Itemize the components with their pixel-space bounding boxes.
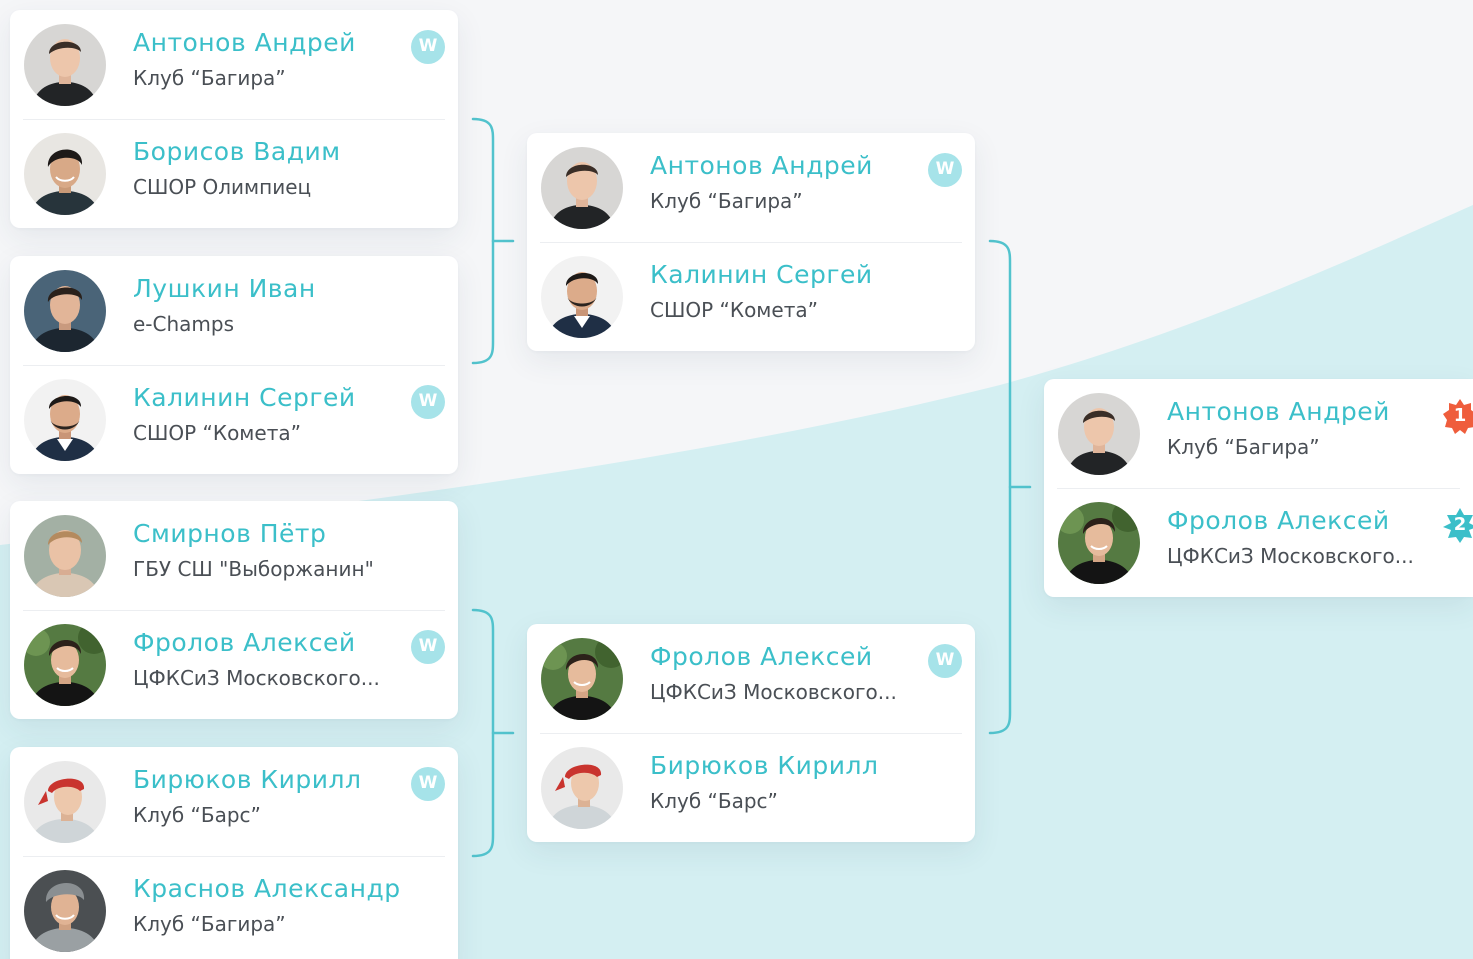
participant-club: e-Champs (133, 312, 235, 336)
place-number: 1 (1453, 405, 1467, 426)
avatar (24, 270, 106, 352)
avatar (24, 624, 106, 706)
participant-name[interactable]: Фролов Алексей (133, 628, 356, 657)
match-r2-1[interactable]: Антонов Андрей Клуб “Багира” W Калинин С… (527, 133, 975, 351)
participant-row[interactable]: Фролов Алексей ЦФКСиЗ Московского... W (527, 624, 975, 733)
borisov-photo-icon (24, 133, 106, 215)
frolov-photo-icon (24, 624, 106, 706)
participant-name[interactable]: Антонов Андрей (650, 151, 873, 180)
participant-row[interactable]: Краснов Александр Клуб “Багира” (10, 856, 458, 959)
participant-club: Клуб “Багира” (133, 912, 286, 936)
participant-name[interactable]: Калинин Сергей (133, 383, 356, 412)
winner-badge-icon: W (411, 385, 445, 419)
place-number: 2 (1453, 514, 1467, 535)
kalinin-photo-icon (541, 256, 623, 338)
participant-name[interactable]: Калинин Сергей (650, 260, 873, 289)
participant-row[interactable]: Антонов Андрей Клуб “Багира” W (527, 133, 975, 242)
participant-name[interactable]: Лушкин Иван (133, 274, 316, 303)
participant-club: ГБУ СШ "Выборжанин" (133, 557, 374, 581)
match-r1-1[interactable]: Антонов Андрей Клуб “Багира” W Борисов В… (10, 10, 458, 228)
frolov-photo-icon (1058, 502, 1140, 584)
participant-row[interactable]: Бирюков Кирилл Клуб “Барс” (527, 733, 975, 842)
avatar (541, 638, 623, 720)
participant-name[interactable]: Бирюков Кирилл (650, 751, 878, 780)
biryukov-photo-icon (541, 747, 623, 829)
winner-badge-icon: W (411, 767, 445, 801)
participant-club: Клуб “Багира” (650, 189, 803, 213)
lushkin-photo-icon (24, 270, 106, 352)
match-final[interactable]: Антонов Андрей Клуб “Багира” 1 Фролов Ал… (1044, 379, 1473, 597)
avatar (24, 761, 106, 843)
winner-badge-icon: W (411, 30, 445, 64)
participant-row[interactable]: Бирюков Кирилл Клуб “Барс” W (10, 747, 458, 856)
avatar (541, 147, 623, 229)
participant-row[interactable]: Смирнов Пётр ГБУ СШ "Выборжанин" (10, 501, 458, 610)
avatar (24, 515, 106, 597)
participant-club: СШОР Олимпиец (133, 175, 312, 199)
avatar (24, 24, 106, 106)
kalinin-photo-icon (24, 379, 106, 461)
participant-club: Клуб “Багира” (133, 66, 286, 90)
participant-club: СШОР “Комета” (133, 421, 301, 445)
avatar (24, 133, 106, 215)
participant-name[interactable]: Борисов Вадим (133, 137, 341, 166)
first-place-badge-icon: 1 (1442, 398, 1473, 434)
participant-name[interactable]: Фролов Алексей (650, 642, 873, 671)
participant-club: ЦФКСиЗ Московского... (650, 680, 897, 704)
participant-name[interactable]: Смирнов Пётр (133, 519, 326, 548)
participant-row[interactable]: Лушкин Иван e-Champs (10, 256, 458, 365)
smirnov-photo-icon (24, 515, 106, 597)
match-r1-3[interactable]: Смирнов Пётр ГБУ СШ "Выборжанин" Фролов … (10, 501, 458, 719)
antonov-photo-icon (24, 24, 106, 106)
avatar (541, 747, 623, 829)
winner-badge-icon: W (928, 644, 962, 678)
participant-club: Клуб “Барс” (650, 789, 778, 813)
participant-row[interactable]: Антонов Андрей Клуб “Багира” W (10, 10, 458, 119)
participant-name[interactable]: Бирюков Кирилл (133, 765, 361, 794)
frolov-photo-icon (541, 638, 623, 720)
match-r2-2[interactable]: Фролов Алексей ЦФКСиЗ Московского... W Б… (527, 624, 975, 842)
match-r1-2[interactable]: Лушкин Иван e-Champs Калинин Сергей СШОР… (10, 256, 458, 474)
antonov-photo-icon (541, 147, 623, 229)
participant-row[interactable]: Калинин Сергей СШОР “Комета” W (10, 365, 458, 474)
participant-row[interactable]: Антонов Андрей Клуб “Багира” 1 (1044, 379, 1473, 488)
biryukov-photo-icon (24, 761, 106, 843)
participant-name[interactable]: Антонов Андрей (1167, 397, 1390, 426)
match-r1-4[interactable]: Бирюков Кирилл Клуб “Барс” W Краснов Але… (10, 747, 458, 959)
antonov-photo-icon (1058, 393, 1140, 475)
participant-row[interactable]: Фролов Алексей ЦФКСиЗ Московского... 2 (1044, 488, 1473, 597)
participant-club: ЦФКСиЗ Московского... (1167, 544, 1414, 568)
participant-row[interactable]: Фролов Алексей ЦФКСиЗ Московского... W (10, 610, 458, 719)
krasnov-photo-icon (24, 870, 106, 952)
participant-club: Клуб “Багира” (1167, 435, 1320, 459)
avatar (1058, 502, 1140, 584)
participant-name[interactable]: Антонов Андрей (133, 28, 356, 57)
participant-club: ЦФКСиЗ Московского... (133, 666, 380, 690)
second-place-badge-icon: 2 (1442, 507, 1473, 543)
winner-badge-icon: W (411, 630, 445, 664)
winner-badge-icon: W (928, 153, 962, 187)
participant-club: СШОР “Комета” (650, 298, 818, 322)
participant-club: Клуб “Барс” (133, 803, 261, 827)
participant-name[interactable]: Фролов Алексей (1167, 506, 1390, 535)
avatar (24, 870, 106, 952)
participant-name[interactable]: Краснов Александр (133, 874, 401, 903)
participant-row[interactable]: Калинин Сергей СШОР “Комета” (527, 242, 975, 351)
participant-row[interactable]: Борисов Вадим СШОР Олимпиец (10, 119, 458, 228)
avatar (1058, 393, 1140, 475)
avatar (24, 379, 106, 461)
avatar (541, 256, 623, 338)
